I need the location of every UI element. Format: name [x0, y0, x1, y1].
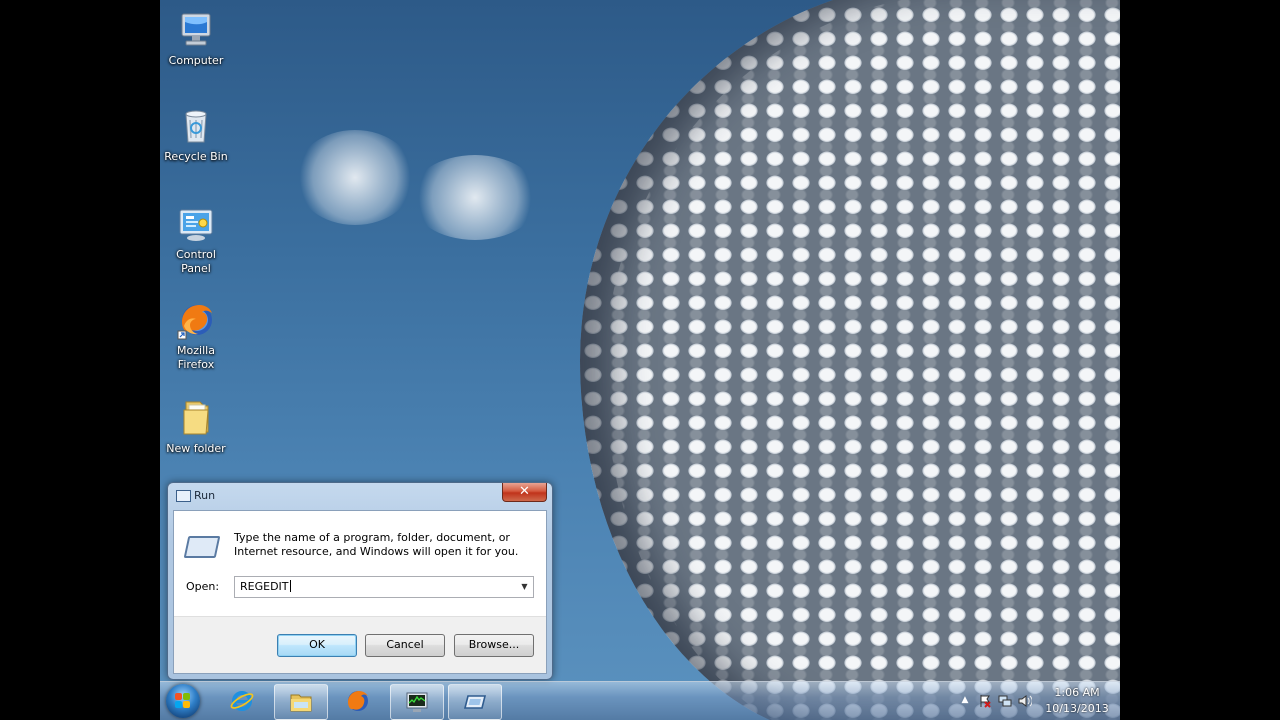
task-manager-icon: [405, 690, 429, 714]
desktop-icon-control-panel[interactable]: Control Panel: [160, 204, 232, 276]
taskbar-item-internet-explorer[interactable]: [216, 684, 268, 718]
dialog-title: Run: [194, 489, 216, 502]
network-icon[interactable]: [998, 693, 1012, 707]
desktop-icon-computer[interactable]: Computer: [160, 10, 232, 68]
dialog-description: Type the name of a program, folder, docu…: [234, 531, 519, 558]
wallpaper-cloud: [410, 155, 540, 240]
open-combobox[interactable]: REGEDIT ▼: [234, 576, 534, 598]
desktop-icon-firefox[interactable]: Mozilla Firefox: [160, 300, 232, 372]
folder-icon: [289, 690, 313, 714]
firefox-icon: [346, 689, 370, 713]
taskbar-item-task-manager[interactable]: [390, 684, 444, 720]
clock-time: 1:06 AM: [1054, 686, 1100, 699]
run-icon: [463, 690, 487, 714]
taskbar-item-firefox[interactable]: [332, 684, 384, 718]
clock-date: 10/13/2013: [1045, 702, 1109, 715]
clock[interactable]: 1:06 AM 10/13/2013: [1042, 685, 1112, 717]
internet-explorer-icon: [230, 689, 254, 713]
control-panel-icon: [176, 204, 216, 244]
desktop-icon-recycle-bin[interactable]: Recycle Bin: [160, 106, 232, 164]
folder-icon: [176, 398, 216, 438]
start-button[interactable]: [166, 684, 200, 718]
system-tray: ▲ 1:06 AM 10/13/2013: [950, 682, 1120, 720]
desktop[interactable]: Computer Recycle Bin Control Panel Mozil…: [160, 0, 1120, 720]
desktop-icon-label: Recycle Bin: [164, 150, 228, 163]
desktop-icon-label: Computer: [168, 54, 224, 67]
firefox-icon: [176, 300, 216, 340]
browse-button[interactable]: Browse...: [454, 634, 534, 657]
open-label: Open:: [186, 580, 220, 593]
text-caret: [289, 580, 291, 592]
show-hidden-icons-icon[interactable]: ▲: [958, 693, 972, 707]
computer-icon: [176, 10, 216, 50]
taskbar: ▲ 1:06 AM 10/13/2013: [160, 681, 1120, 720]
wallpaper-building: [580, 0, 1120, 720]
run-icon: [183, 536, 221, 558]
action-center-icon[interactable]: [978, 693, 992, 708]
windows-logo-icon: [175, 693, 191, 709]
dialog-client-area: Type the name of a program, folder, docu…: [173, 510, 547, 674]
desktop-icon-label: New folder: [166, 442, 226, 455]
cancel-button[interactable]: Cancel: [365, 634, 445, 657]
recycle-bin-icon: [176, 106, 216, 146]
close-button[interactable]: ✕: [502, 483, 547, 502]
wallpaper-cloud: [295, 130, 415, 225]
taskbar-item-windows-explorer[interactable]: [274, 684, 328, 720]
desktop-icon-label: Mozilla Firefox: [177, 344, 215, 371]
ok-button[interactable]: OK: [277, 634, 357, 657]
run-dialog[interactable]: Run ✕ Type the name of a program, folder…: [167, 482, 553, 680]
taskbar-item-run[interactable]: [448, 684, 502, 720]
volume-icon[interactable]: [1018, 693, 1033, 707]
open-input-value: REGEDIT: [240, 580, 289, 593]
desktop-icon-label: Control Panel: [176, 248, 216, 275]
desktop-icon-new-folder[interactable]: New folder: [160, 398, 232, 456]
run-icon: [176, 490, 191, 502]
chevron-down-icon[interactable]: ▼: [516, 577, 533, 597]
